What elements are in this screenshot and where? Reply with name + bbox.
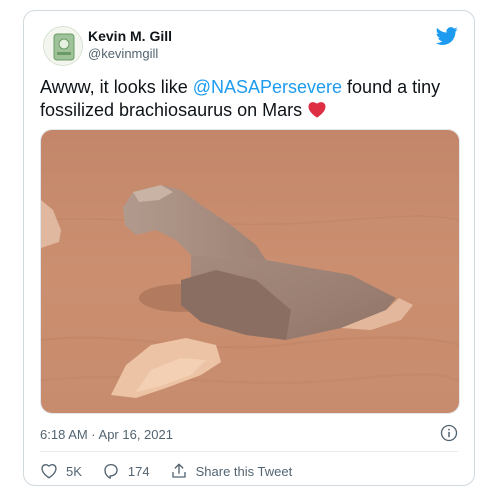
red-heart-emoji [308, 102, 326, 118]
divider [40, 451, 458, 452]
like-count: 5K [66, 463, 82, 479]
tweet-text: Awww, it looks like @NASAPersevere found… [40, 76, 460, 122]
tweet-timestamp[interactable]: 6:18 AM · Apr 16, 2021 [40, 427, 173, 442]
action-bar: 5K 174 Share this Tweet [40, 461, 312, 481]
twitter-bird-icon[interactable] [436, 25, 458, 47]
share-label: Share this Tweet [195, 463, 293, 479]
reply-icon [104, 463, 118, 479]
share-icon [171, 463, 186, 478]
like-button[interactable]: 5K [40, 462, 82, 480]
mars-rock-image [41, 130, 459, 413]
info-icon[interactable] [440, 424, 458, 442]
user-name[interactable]: Kevin M. Gill [88, 28, 172, 44]
mention-link[interactable]: @NASAPersevere [193, 77, 342, 97]
user-handle[interactable]: @kevinmgill [88, 46, 158, 61]
tweet-card: Kevin M. Gill @kevinmgill Awww, it looks… [23, 10, 475, 486]
reply-button[interactable]: 174 [102, 462, 150, 480]
tweet-text-before: Awww, it looks like [40, 77, 193, 97]
heart-icon [41, 464, 57, 479]
reply-count: 174 [127, 463, 150, 479]
tweet-image[interactable] [40, 129, 460, 414]
avatar[interactable] [43, 26, 83, 66]
share-button[interactable]: Share this Tweet [170, 462, 293, 480]
